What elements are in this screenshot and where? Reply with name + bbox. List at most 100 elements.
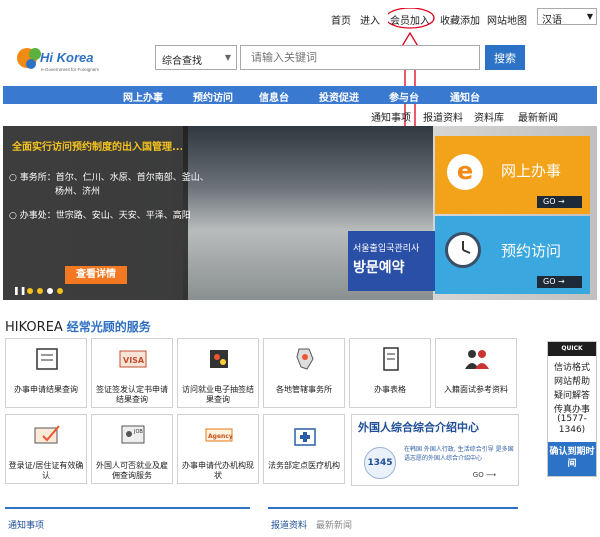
quick-item[interactable]: 网站帮助 — [550, 374, 594, 387]
pager-dot[interactable] — [37, 288, 43, 294]
service-card[interactable]: 法务部定点医疗机构 — [263, 414, 345, 484]
hero-text-panel: 全面实行访问预约制度的出入国管理... ○ 事务所：首尔、仁川、水原、首尔南部、… — [3, 126, 209, 300]
main-nav: 网上办事 预约访问 信息台 投资促进 参与台 通知台 — [3, 86, 597, 104]
hikorea-logo[interactable]: Hi Korea e-Government for Foreigners — [15, 42, 115, 74]
hero-line: 杨州、济州 — [55, 187, 101, 197]
service-label: 签证签发认定书申请结果查询 — [96, 385, 168, 404]
service-card[interactable]: Agency 办事申请代办机构现状 — [177, 414, 259, 484]
service-label: 登录证/居住证有效确认 — [8, 461, 84, 480]
hero-line: ○ 办事处：世宗路、安山、天安、平泽、高阳 — [9, 211, 191, 221]
service-card[interactable]: 各地管辖事务所 — [263, 338, 345, 408]
search-category-value: 综合查找 — [162, 56, 202, 67]
service-card[interactable]: 办事表格 — [349, 338, 431, 408]
hero-banner: 서울출입국관리사 방문예약 全面实行访问预约制度的出入国管理... ○ 事务所：… — [3, 126, 597, 300]
go-button[interactable]: GO → — [537, 276, 582, 288]
subnav-library[interactable]: 资料库 — [474, 109, 504, 124]
hero-line: ○ 事务所：首尔、仁川、水原、首尔南部、釜山、 — [9, 173, 209, 183]
hero-sign: 서울출입국관리사 방문예약 — [348, 231, 443, 291]
language-select[interactable]: 汉语 ▼ — [537, 8, 597, 26]
tab-notice[interactable]: 通知事项 — [8, 518, 44, 531]
service-label: 外国人可否就业及雇佣查询服务 — [96, 461, 168, 480]
nav-participation[interactable]: 参与台 — [389, 89, 419, 104]
logo-tagline: e-Government for Foreigners — [41, 67, 100, 72]
search-category-select[interactable]: 综合查找 ▼ — [155, 45, 237, 70]
expiry-check-button[interactable]: 确认到期时间 — [548, 442, 596, 476]
nav-info[interactable]: 信息台 — [259, 89, 289, 104]
service-card[interactable]: 登录证/居住证有效确认 — [5, 414, 87, 484]
pager-dot[interactable] — [57, 288, 63, 294]
search-button[interactable]: 搜索 — [485, 45, 525, 70]
top-link-sitemap[interactable]: 网站地图 — [487, 12, 527, 27]
top-link-home[interactable]: 首页 — [331, 12, 351, 27]
language-value: 汉语 — [542, 15, 562, 26]
quick-menu: QUICK 信访格式 网站帮助 疑问解答 传真办事 (1577- 1346) 确… — [547, 341, 597, 477]
service-label: 办事申请代办机构现状 — [182, 461, 254, 480]
svg-text:Agency: Agency — [208, 433, 233, 440]
service-card[interactable]: JOB 外国人可否就业及雇佣查询服务 — [91, 414, 173, 484]
pager-dot[interactable] — [27, 288, 33, 294]
tile-online-service[interactable]: e 网上办事 GO → — [435, 136, 590, 214]
map-pin-icon — [296, 348, 314, 370]
e-icon: e — [447, 154, 483, 190]
pause-icon[interactable]: ❚❚ — [13, 286, 26, 295]
clock-icon — [445, 232, 481, 268]
logo-brand: Hi Korea — [40, 50, 93, 65]
foreigner-center-card[interactable]: 外国人综合综合介绍中心 1345 在韩国 外国人行政, 生活综合引导 是多国语志… — [351, 414, 519, 486]
search-input[interactable] — [240, 45, 480, 70]
id-card-check-icon — [34, 425, 60, 444]
tile-visit-reservation[interactable]: 预约访问 GO → — [435, 216, 590, 294]
nav-visit-reservation[interactable]: 预约访问 — [193, 89, 233, 104]
tab-news[interactable]: 最新新闻 — [316, 518, 352, 531]
pager-dot-active[interactable] — [47, 288, 53, 294]
quick-item-phone: (1577- — [557, 414, 587, 424]
service-label: 办事表格 — [374, 385, 406, 394]
service-card[interactable]: 办事申请结果查询 — [5, 338, 87, 408]
top-link-login[interactable]: 进入 — [360, 12, 380, 27]
service-label: 入籍面试参考资料 — [444, 385, 508, 394]
quick-item[interactable]: 疑问解答 — [550, 388, 594, 401]
service-label: 各地管辖事务所 — [276, 385, 332, 394]
document-icon — [36, 348, 58, 370]
form-icon — [383, 347, 399, 371]
tab-press[interactable]: 报道资料 — [271, 518, 307, 531]
interview-icon — [465, 350, 489, 369]
svg-text:JOB: JOB — [133, 429, 143, 435]
service-card[interactable]: 入籍面试参考资料 — [435, 338, 517, 408]
divider — [268, 507, 518, 509]
top-link-bookmark[interactable]: 收藏添加 — [440, 12, 480, 27]
lottery-icon — [210, 350, 228, 368]
chevron-down-icon: ▼ — [224, 53, 231, 62]
nav-investment[interactable]: 投资促进 — [319, 89, 359, 104]
subnav-press[interactable]: 报道资料 — [423, 109, 463, 124]
service-card[interactable]: VISA 签证签发认定书申请结果查询 — [91, 338, 173, 408]
hero-sign-line1: 서울출입국관리사 — [353, 244, 420, 254]
agency-icon: Agency — [205, 428, 233, 442]
hero-detail-button[interactable]: 查看详情 — [65, 266, 127, 284]
hero-title: 全面实行访问预约制度的出入国管理... — [12, 142, 182, 153]
visa-stamp-icon: VISA — [119, 350, 147, 368]
service-label: 法务部定点医疗机构 — [268, 461, 340, 470]
tile-label: 预约访问 — [501, 242, 562, 260]
center-desc: 在韩国 外国人行政, 生活综合引导 是多国语志愿的外国人综合介绍中心 — [404, 446, 514, 462]
quick-item[interactable]: 信访格式 — [550, 360, 594, 373]
job-icon: JOB — [121, 425, 145, 444]
go-button[interactable]: GO → — [537, 196, 582, 208]
chevron-down-icon: ▼ — [586, 12, 593, 21]
service-card[interactable]: 访问就业电子抽签结果查询 — [177, 338, 259, 408]
hospital-icon — [294, 428, 316, 446]
subnav-notice[interactable]: 通知事项 — [371, 109, 411, 124]
service-label: 访问就业电子抽签结果查询 — [182, 385, 254, 404]
quick-header: QUICK — [548, 342, 596, 356]
tile-label: 网上办事 — [501, 162, 562, 180]
service-label: 办事申请结果查询 — [14, 385, 78, 394]
center-title: 外国人综合综合介绍中心 — [358, 421, 479, 434]
nav-notice[interactable]: 通知台 — [450, 89, 480, 104]
frequent-services-title: HIKOREA 经常光顾的服务 — [5, 320, 151, 335]
hero-sign-line2: 방문예약 — [353, 260, 405, 276]
nav-online-service[interactable]: 网上办事 — [123, 89, 163, 104]
divider — [5, 507, 250, 509]
center-go-button[interactable]: GO ⟶ — [473, 471, 496, 479]
svg-text:VISA: VISA — [123, 356, 145, 365]
quick-item-phone: 1346) — [558, 425, 586, 435]
subnav-news[interactable]: 最新新闻 — [518, 109, 558, 124]
